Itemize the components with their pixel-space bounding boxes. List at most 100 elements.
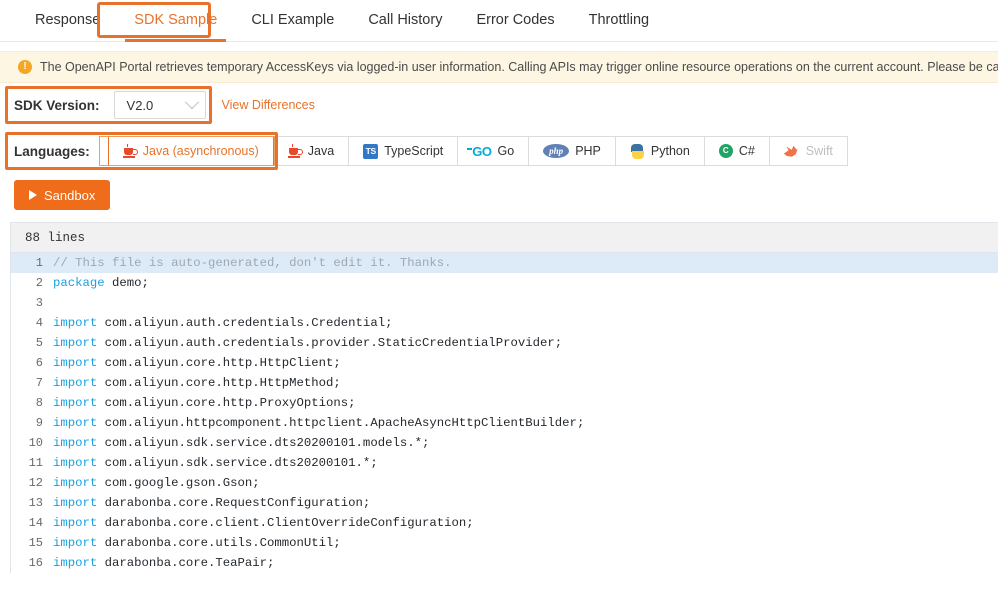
- language-option-label: Swift: [805, 144, 833, 158]
- code-line-number: 13: [28, 496, 43, 510]
- sandbox-row: Sandbox: [0, 180, 998, 210]
- line-count-label: 88 lines: [25, 230, 86, 245]
- code-line-number: 15: [28, 536, 43, 550]
- tab-sdk-sample[interactable]: SDK Sample: [117, 0, 234, 42]
- code-line-text: import com.aliyun.auth.credentials.provi…: [53, 333, 998, 353]
- code-comment: // This file is auto-generated, don't ed…: [53, 256, 452, 270]
- code-line-number: 11: [28, 456, 43, 470]
- tab-label: Response: [35, 12, 101, 28]
- code-line: 1 // This file is auto-generated, don't e…: [11, 253, 998, 273]
- language-option-typescript[interactable]: TS TypeScript: [349, 136, 459, 166]
- code-line: 5 import com.aliyun.auth.credentials.prov…: [11, 333, 998, 353]
- language-option-label: Java (asynchronous): [142, 144, 259, 158]
- code-keyword: import: [53, 396, 98, 410]
- code-keyword: import: [53, 536, 98, 550]
- code-line-text: import com.aliyun.sdk.service.dts2020010…: [53, 453, 998, 473]
- play-icon: [29, 190, 37, 200]
- code-line-number: 7: [35, 376, 43, 390]
- code-line-text: import com.aliyun.core.http.ProxyOptions…: [53, 393, 998, 413]
- go-icon: GO: [467, 143, 492, 159]
- code-line-number: 1: [35, 256, 43, 270]
- code-line-number: 10: [28, 436, 43, 450]
- code-line: 9 import com.aliyun.httpcomponent.httpcli…: [11, 413, 998, 433]
- code-line-text: import darabonba.core.TeaPair;: [53, 553, 998, 573]
- sdk-version-value: V2.0: [126, 97, 154, 113]
- sandbox-button[interactable]: Sandbox: [14, 180, 111, 210]
- language-option-java-asynchronous[interactable]: Java (asynchronous): [107, 136, 274, 166]
- code-identifier: com.aliyun.auth.credentials.Credential;: [97, 316, 393, 330]
- code-keyword: import: [53, 516, 98, 530]
- code-identifier: demo;: [104, 276, 149, 290]
- code-line-text: import com.google.gson.Gson;: [53, 473, 998, 493]
- notice-text: The OpenAPI Portal retrieves temporary A…: [40, 60, 998, 74]
- language-option-python[interactable]: Python: [615, 136, 705, 166]
- code-line-number: 5: [35, 336, 43, 350]
- warning-icon: !: [18, 60, 32, 74]
- code-line: 10 import com.aliyun.sdk.service.dts20200…: [11, 433, 998, 453]
- language-option-java[interactable]: Java: [273, 136, 350, 166]
- language-option-go[interactable]: GO Go: [458, 136, 530, 166]
- code-identifier: com.aliyun.core.http.ProxyOptions;: [97, 396, 356, 410]
- language-option-label: PHP: [575, 144, 601, 158]
- java-icon: [122, 144, 138, 158]
- tab-label: Throttling: [588, 12, 650, 28]
- language-option-label: TypeScript: [384, 144, 444, 158]
- chevron-down-icon: [184, 95, 199, 110]
- code-line-number: 6: [35, 356, 43, 370]
- code-keyword: package: [53, 276, 105, 290]
- code-identifier: darabonba.core.RequestConfiguration;: [97, 496, 371, 510]
- code-identifier: com.aliyun.sdk.service.dts20200101.*;: [97, 456, 378, 470]
- code-keyword: import: [53, 416, 98, 430]
- active-tab-underline: [125, 39, 227, 42]
- view-differences-link[interactable]: View Differences: [222, 98, 315, 112]
- sdk-sample-page: Response SDK Sample CLI Example Call Histor…: [0, 0, 998, 607]
- sdk-version-label: SDK Version:: [14, 97, 100, 113]
- code-line-number: 2: [35, 276, 43, 290]
- python-icon: [630, 143, 645, 159]
- code-line-number: 8: [35, 396, 43, 410]
- tab-bar: Response SDK Sample CLI Example Call Histor…: [0, 0, 998, 42]
- language-option-php[interactable]: php PHP: [529, 136, 616, 166]
- code-keyword: import: [53, 316, 98, 330]
- code-line-number: 9: [35, 416, 43, 430]
- tab-error-codes[interactable]: Error Codes: [459, 0, 571, 41]
- language-option-c[interactable]: C C#: [704, 136, 770, 166]
- tab-label: SDK Sample: [134, 12, 218, 28]
- code-identifier: com.aliyun.core.http.HttpClient;: [97, 356, 341, 370]
- code-keyword: import: [53, 336, 98, 350]
- tab-label: Error Codes: [476, 12, 555, 28]
- code-line: 7 import com.aliyun.core.http.HttpMethod;: [11, 373, 998, 393]
- code-line-number: 4: [35, 316, 43, 330]
- tab-cli-example[interactable]: CLI Example: [234, 0, 351, 41]
- code-line-text: import com.aliyun.core.http.HttpClient;: [53, 353, 998, 373]
- code-identifier: darabonba.core.TeaPair;: [97, 556, 275, 570]
- tab-call-history[interactable]: Call History: [351, 0, 459, 41]
- code-keyword: import: [53, 476, 98, 490]
- code-line-number: 3: [35, 296, 43, 310]
- code-identifier: com.aliyun.httpcomponent.httpclient.Apac…: [97, 416, 585, 430]
- language-selector: Java (asynchronous) Java TS TypeScript GO Go p…: [107, 136, 848, 166]
- code-viewer[interactable]: 1 // This file is auto-generated, don't e…: [11, 253, 998, 573]
- code-keyword: import: [53, 356, 98, 370]
- code-line: 12 import com.google.gson.Gson;: [11, 473, 998, 493]
- languages-row: Languages: Java (asynchronous) Java TS Type…: [0, 131, 998, 171]
- code-identifier: com.aliyun.sdk.service.dts20200101.model…: [97, 436, 430, 450]
- code-line-text: import com.aliyun.sdk.service.dts2020010…: [53, 433, 998, 453]
- code-line-text: package demo;: [53, 273, 998, 293]
- csharp-icon: C: [718, 144, 733, 158]
- code-keyword: import: [53, 456, 98, 470]
- code-line: 3: [11, 293, 998, 313]
- code-line: 6 import com.aliyun.core.http.HttpClient;: [11, 353, 998, 373]
- tab-label: Call History: [368, 12, 443, 28]
- code-line-text: import darabonba.core.utils.CommonUtil;: [53, 533, 998, 553]
- code-keyword: import: [53, 436, 98, 450]
- sandbox-button-label: Sandbox: [44, 187, 96, 203]
- code-line: 13 import darabonba.core.RequestConfigura…: [11, 493, 998, 513]
- code-line-text: // This file is auto-generated, don't ed…: [53, 253, 998, 273]
- sdk-version-select[interactable]: V2.0: [113, 91, 206, 119]
- code-line: 2 package demo;: [11, 273, 998, 293]
- code-identifier: darabonba.core.client.ClientOverrideConf…: [97, 516, 474, 530]
- tab-throttling[interactable]: Throttling: [572, 0, 666, 41]
- code-line: 15 import darabonba.core.utils.CommonUtil…: [11, 533, 998, 553]
- tab-response[interactable]: Response: [18, 0, 117, 41]
